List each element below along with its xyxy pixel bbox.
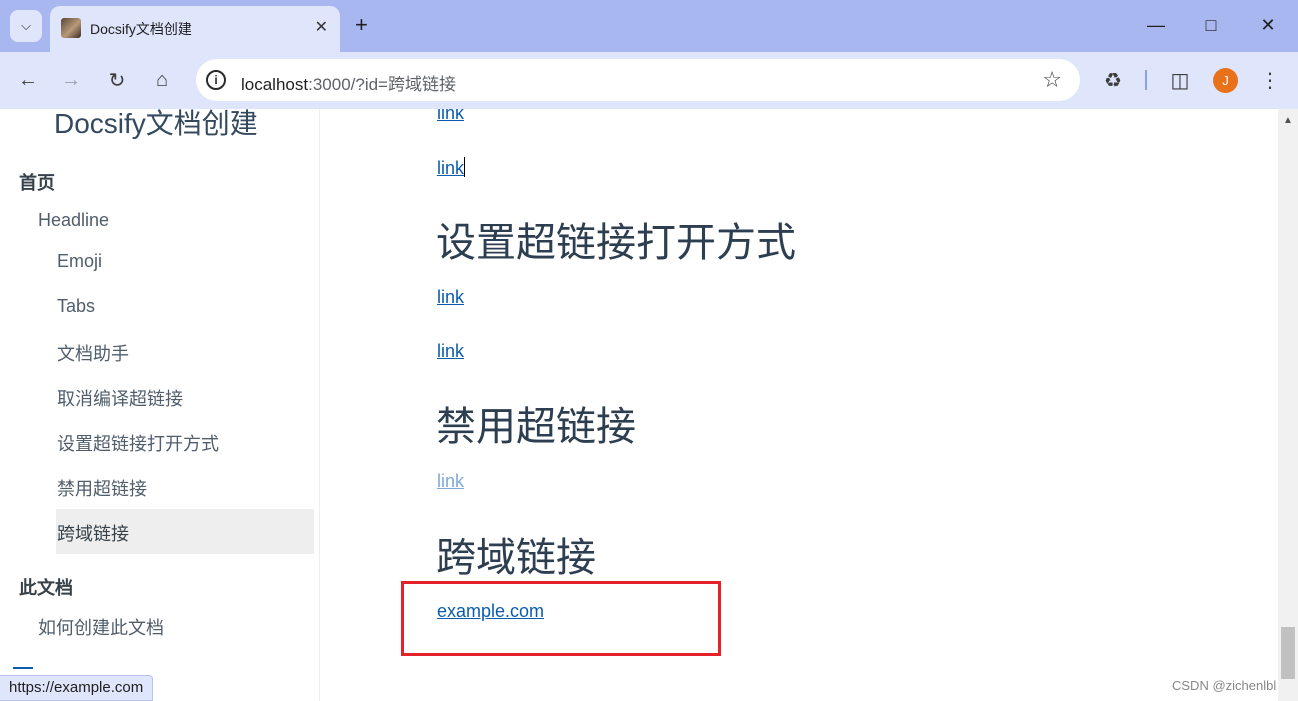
page-scrollbar[interactable]: ▲ — [1278, 109, 1298, 701]
heading-cross-origin-link: 跨域链接 — [436, 536, 596, 580]
reload-icon: ↻ — [108, 69, 126, 92]
sidebar-item-doc-helper[interactable]: 文档助手 — [57, 340, 129, 366]
sidebar-item-cancel-compile-link[interactable]: 取消编译超链接 — [57, 385, 183, 411]
sidebar-item-headline[interactable]: Headline — [38, 210, 109, 231]
text-cursor — [464, 157, 466, 177]
scroll-up-arrow-icon[interactable]: ▲ — [1283, 115, 1293, 126]
close-window-button[interactable]: ✕ — [1248, 12, 1288, 38]
link-example-com[interactable]: example.com — [437, 601, 544, 622]
docs-sidebar: Docsify文档创建 首页 Headline Emoji Tabs 文档助手 … — [0, 109, 320, 701]
browser-tab[interactable]: Docsify文档创建 ✕ — [50, 6, 340, 52]
tab-search-button[interactable]: ⌵ — [10, 10, 42, 42]
link-status-bar: https://example.com — [0, 675, 154, 701]
extensions-icon[interactable]: ♻ — [1099, 66, 1127, 94]
home-icon: ⌂ — [155, 68, 169, 91]
heading-disable-link: 禁用超链接 — [436, 405, 636, 449]
markdown-content: link link 设置超链接打开方式 link link 禁用超链接 link… — [320, 109, 1278, 701]
minimize-button[interactable]: — — [1136, 12, 1176, 38]
toolbar-divider — [1145, 70, 1147, 90]
bookmark-star-icon[interactable]: ☆ — [1042, 67, 1062, 93]
sidebar-section-this-doc[interactable]: 此文档 — [19, 574, 73, 600]
reload-button[interactable]: ↻ — [103, 66, 131, 94]
sidebar-item-link-open-mode[interactable]: 设置超链接打开方式 — [57, 430, 219, 456]
link-text: link — [437, 158, 465, 178]
new-tab-button[interactable]: + — [355, 12, 368, 38]
chevron-down-icon: ⌵ — [21, 18, 31, 33]
title-bar: ⌵ Docsify文档创建 ✕ + — □ ✕ — [0, 0, 1298, 52]
home-button[interactable]: ⌂ — [148, 66, 176, 94]
sidebar-toggle-icon[interactable] — [13, 667, 33, 669]
back-button[interactable]: ← — [14, 66, 42, 94]
url-text[interactable]: localhost:3000/?id=跨域链接 — [241, 70, 456, 95]
arrow-right-icon: → — [61, 68, 81, 91]
link-top[interactable]: link — [437, 109, 464, 124]
maximize-button[interactable]: □ — [1191, 12, 1231, 38]
sidebar-item-cross-origin-link[interactable]: 跨域链接 — [57, 520, 129, 546]
link-with-cursor[interactable]: link — [437, 157, 466, 179]
profile-avatar[interactable]: J — [1213, 68, 1238, 93]
url-host: localhost — [241, 75, 309, 94]
favicon-icon — [61, 18, 81, 38]
side-panel-icon[interactable]: ◫ — [1166, 66, 1194, 94]
app-name[interactable]: Docsify文档创建 — [54, 109, 258, 142]
url-path: :3000/?id=跨域链接 — [308, 75, 456, 94]
link-open-mode-2[interactable]: link — [437, 341, 464, 362]
sidebar-section-home[interactable]: 首页 — [19, 169, 55, 195]
forward-button[interactable]: → — [57, 66, 85, 94]
sidebar-item-emoji[interactable]: Emoji — [57, 251, 102, 272]
sidebar-item-disable-link[interactable]: 禁用超链接 — [57, 475, 147, 501]
link-open-mode-1[interactable]: link — [437, 287, 464, 308]
close-tab-icon[interactable]: ✕ — [315, 17, 328, 37]
sidebar-item-tabs[interactable]: Tabs — [57, 296, 95, 317]
scrollbar-thumb[interactable] — [1281, 627, 1295, 679]
link-disabled: link — [437, 471, 465, 491]
sidebar-item-how-to-create[interactable]: 如何创建此文档 — [38, 614, 164, 640]
address-bar[interactable]: i localhost:3000/?id=跨域链接 ☆ — [196, 59, 1080, 101]
tab-title: Docsify文档创建 — [90, 21, 192, 37]
arrow-left-icon: ← — [18, 68, 38, 91]
menu-kebab-icon[interactable]: ⋮ — [1258, 66, 1282, 94]
browser-toolbar: ← → ↻ ⌂ i localhost:3000/?id=跨域链接 ☆ ♻ ◫ … — [0, 52, 1298, 109]
heading-link-open-mode: 设置超链接打开方式 — [436, 221, 796, 265]
site-info-icon[interactable]: i — [206, 70, 226, 90]
watermark: CSDN @zichenlbl — [1172, 678, 1277, 693]
